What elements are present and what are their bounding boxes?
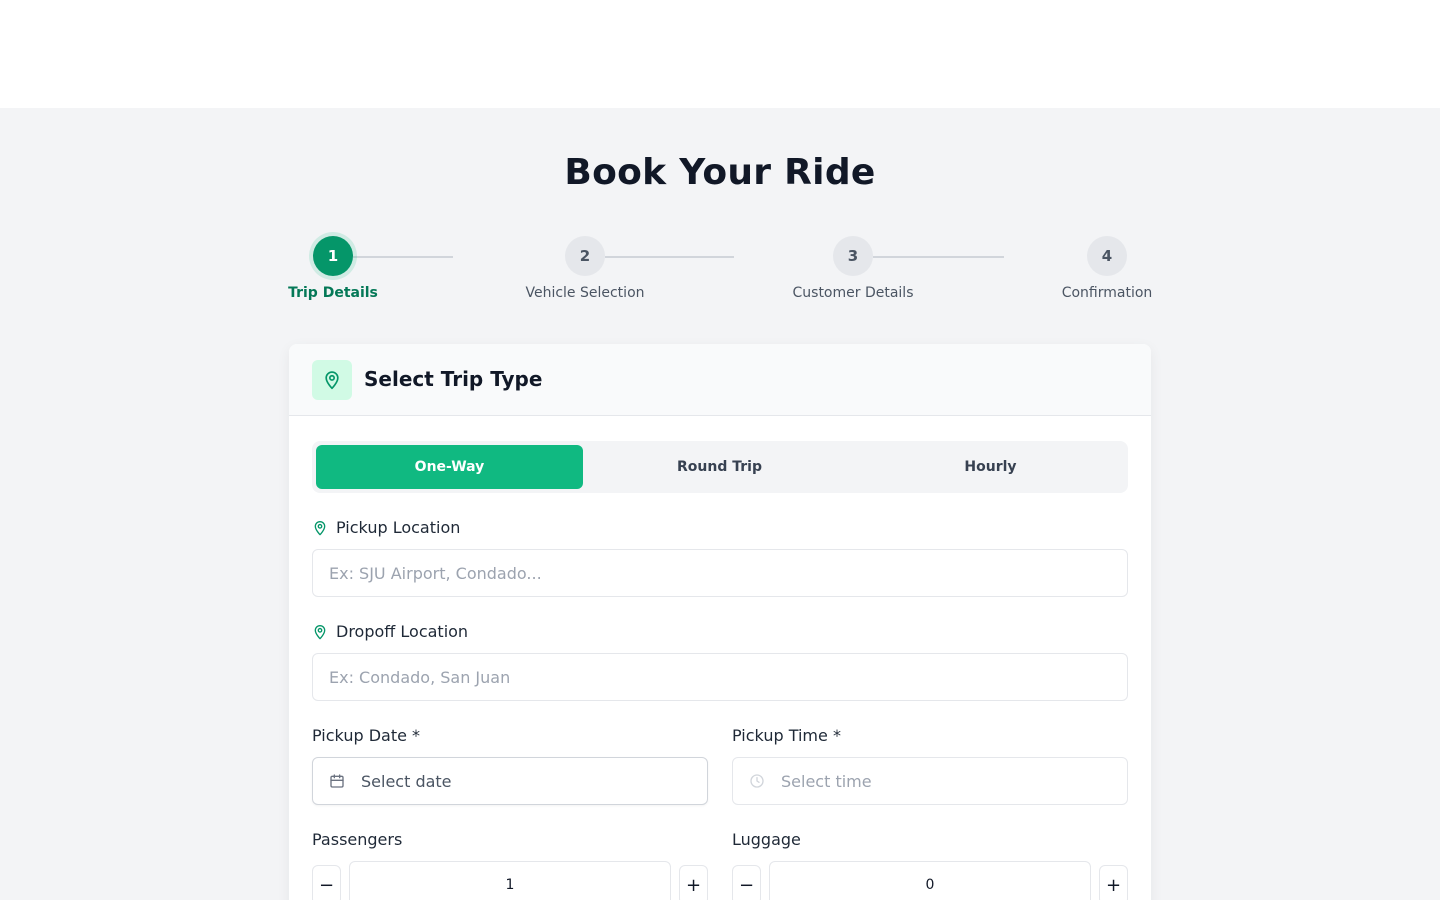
map-pin-icon (312, 520, 328, 536)
calendar-icon (329, 773, 345, 789)
pickup-time-label: Pickup Time * (732, 726, 841, 745)
clock-icon (749, 773, 765, 789)
step-connector (605, 256, 734, 258)
pickup-date-placeholder: Select date (361, 771, 452, 791)
step-2-circle[interactable]: 2 (565, 236, 605, 276)
page-title: Book Your Ride (564, 152, 876, 193)
map-pin-icon (312, 624, 328, 640)
step-4-label: Confirmation (1061, 285, 1153, 301)
step-1-circle[interactable]: 1 (313, 236, 353, 276)
pickup-time-placeholder: Select time (781, 771, 872, 791)
step-2-label: Vehicle Selection (525, 285, 645, 301)
luggage-count[interactable]: 0 (769, 861, 1091, 900)
trip-type-tabs: One-Way Round Trip Hourly (312, 441, 1128, 493)
luggage-label: Luggage (732, 830, 801, 849)
top-navbar (0, 0, 1440, 108)
step-connector (873, 256, 1004, 258)
pickup-time-input[interactable]: Select time (732, 757, 1128, 805)
pickup-location-label-text: Pickup Location (336, 518, 461, 537)
passengers-increment-button[interactable]: + (679, 865, 708, 900)
dropoff-location-input[interactable] (312, 653, 1128, 701)
step-3-label: Customer Details (792, 285, 914, 301)
dropoff-location-label-text: Dropoff Location (336, 622, 469, 641)
pickup-location-label: Pickup Location (312, 518, 460, 537)
luggage-decrement-button[interactable]: − (732, 865, 761, 900)
pickup-date-label: Pickup Date * (312, 726, 421, 745)
map-pin-icon (312, 360, 352, 400)
dropoff-location-label: Dropoff Location (312, 622, 468, 641)
pickup-location-input[interactable] (312, 549, 1128, 597)
tab-one-way[interactable]: One-Way (316, 445, 583, 489)
tab-hourly[interactable]: Hourly (857, 445, 1124, 489)
passengers-count[interactable]: 1 (349, 861, 671, 900)
passengers-label: Passengers (312, 830, 403, 849)
step-1-label: Trip Details (288, 285, 378, 301)
card-header: Select Trip Type (289, 344, 1151, 416)
step-3-circle[interactable]: 3 (833, 236, 873, 276)
luggage-increment-button[interactable]: + (1099, 865, 1128, 900)
pickup-date-input[interactable]: Select date (312, 757, 708, 805)
card-title: Select Trip Type (364, 367, 543, 391)
step-connector (353, 256, 453, 258)
tab-round-trip[interactable]: Round Trip (586, 445, 853, 489)
trip-details-card: Select Trip Type One-Way Round Trip Hour… (289, 344, 1151, 900)
passengers-decrement-button[interactable]: − (312, 865, 341, 900)
step-4-circle[interactable]: 4 (1087, 236, 1127, 276)
